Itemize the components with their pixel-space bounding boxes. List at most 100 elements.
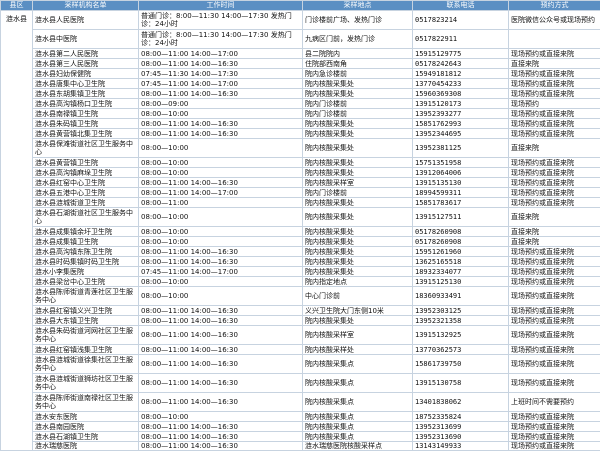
institution-name-cell: 涟水县成集镇卫生院 — [32, 236, 139, 247]
table-row: 涟水县大东镇卫生院 08:00—11:00 14:00—16:30 院内核酸采集处 1… — [1, 315, 600, 326]
table-row: 涟水县保滩街道社区卫生服务中心 08:00—10:00 院内核酸采集处 1395238… — [1, 138, 600, 158]
booking-method-cell: 现场预约或直接来院 — [508, 256, 600, 267]
sampling-location-cell: 院内核酸采集处 — [302, 236, 413, 247]
institution-name-cell: 涟水县涟城街道狮坊社区卫生服务中心 — [32, 373, 139, 393]
institution-name-cell: 涟水县红窑镇义兴卫生院 — [32, 305, 139, 316]
booking-method-cell: 现场预约或直接来院 — [508, 421, 600, 432]
sampling-location-cell: 院内核酸采集点 — [302, 431, 413, 442]
working-hours-cell: 08:00—10:00 — [138, 411, 303, 422]
working-hours-cell: 08:00—10:00 — [138, 236, 303, 247]
column-header-hours: 工作时间 — [138, 0, 303, 11]
table-row: 涟水县涟城街道狮坊社区卫生服务中心 08:00—11:00 14:00—16:30… — [1, 373, 600, 393]
table-row: 涟水县石湖街道社区卫生服务中心 08:00—10:00 院内核酸采集处 1391512… — [1, 207, 600, 227]
contact-phone-cell: 15851783617 — [412, 197, 509, 208]
working-hours-cell: 08:00—11:00 14:00—16:30 — [138, 256, 303, 267]
table-row: 涟水安东医院 08:00—10:00 院内核酸采集点 18752335824 现场预约或… — [1, 411, 600, 422]
table-body: 涟水县 涟水县人民医院 普通门诊：8:00—11:30 14:00—17:30 发热… — [0, 10, 600, 451]
contact-phone-cell: 15851762993 — [412, 118, 509, 129]
contact-phone-cell: 0517822911 — [412, 29, 509, 49]
table-row: 涟水县成集镇余圩卫生院 08:00—10:00 院内核酸采集处 05178260908… — [1, 226, 600, 237]
column-header-county: 县区 — [0, 0, 33, 11]
sampling-location-cell: 院内指定地点 — [302, 276, 413, 287]
booking-method-cell: 现场预约或直接来院 — [508, 344, 600, 355]
institution-name-cell: 涟水县唐集中心卫生院 — [32, 78, 139, 89]
working-hours-cell: 08:00—11:00 14:00—16:30 — [138, 305, 303, 316]
working-hours-cell: 08:00—11:00 14:00—16:30 — [138, 118, 303, 129]
institution-name-cell: 涟水县梁岔中心卫生院 — [32, 276, 139, 287]
booking-method-cell: 上班时间不需要预约 — [508, 392, 600, 412]
table-row: 涟水县妇幼保健院 07:45—11:30 14:00—17:30 院内急诊楼前 159… — [1, 68, 600, 79]
sampling-location-cell: 院内核酸采集点 — [302, 373, 413, 393]
table-row: 涟水县南禄镇卫生院 08:00—10:00 院内门诊楼前 13952393277 现场预… — [1, 108, 600, 119]
table-row: 涟水县高沟镇麻垛卫生院 08:00—10:00 院内核酸采集处 13912064006… — [1, 167, 600, 178]
working-hours-cell: 08:00—11:00 14:00—16:30 — [138, 373, 303, 393]
contact-phone-cell: 13952313690 — [412, 431, 509, 442]
booking-method-cell: 现场预约或直接来院 — [508, 266, 600, 277]
sampling-location-cell: 院内核酸采样室 — [302, 177, 413, 188]
sampling-location-cell: 院内核酸采集处 — [302, 88, 413, 99]
sampling-location-cell: 院内核酸采集点 — [302, 354, 413, 374]
institution-name-cell: 涟水县南禄镇卫生院 — [32, 108, 139, 119]
contact-phone-cell: 13952393277 — [412, 108, 509, 119]
contact-phone-cell: 13915132925 — [412, 325, 509, 345]
working-hours-cell: 08:00—11:00 14:00—17:00 — [138, 48, 303, 59]
working-hours-cell: 08:00—10:00 — [138, 226, 303, 237]
booking-method-cell: 现场预约或直接来院 — [508, 197, 600, 208]
contact-phone-cell: 13625165518 — [412, 256, 509, 267]
table-row: 涟水县高沟镇东陈卫生院 08:00—11:00 14:00—16:30 院内核酸采集… — [1, 246, 600, 257]
working-hours-cell: 07:45—11:30 14:00—17:30 — [138, 68, 303, 79]
sampling-location-cell: 院内核酸采集处 — [302, 226, 413, 237]
sampling-location-cell: 院内核酸采集处 — [302, 118, 413, 129]
working-hours-cell: 普通门诊：8:00—11:30 14:00—17:30 发热门诊：24小时 — [138, 29, 303, 49]
table-row: 涟水县红窑镇浅集卫生院 08:00—11:00 14:00—16:30 院内核酸采样… — [1, 344, 600, 355]
column-header-phone: 联系电话 — [412, 0, 509, 11]
sampling-location-cell: 院内核酸采集处 — [302, 138, 413, 158]
booking-method-cell: 现场预约或直接来院 — [508, 411, 600, 422]
sampling-location-cell: 中心门诊前 — [302, 286, 413, 306]
table-row: 涟水县南园医院 08:00—11:00 14:00—16:30 院内核酸采集点 139… — [1, 421, 600, 432]
table-row: 涟水县高沟镇杨口卫生院 08:00—09:00 院内门诊楼前 13915120173 现… — [1, 98, 600, 109]
sampling-location-cell: 院内核酸采集处 — [302, 256, 413, 267]
working-hours-cell: 08:00—10:00 — [138, 157, 303, 168]
working-hours-cell: 08:00—10:00 — [138, 167, 303, 178]
contact-phone-cell: 18994599311 — [412, 187, 509, 198]
institution-name-cell: 涟水县红窑镇浅集卫生院 — [32, 344, 139, 355]
contact-phone-cell: 18932334077 — [412, 266, 509, 277]
table-row: 涟水县黄营镇卫生院 08:00—10:00 院内核酸采集处 15751351958 现场… — [1, 157, 600, 168]
booking-method-cell: 现场预约或直接来院 — [508, 354, 600, 374]
contact-phone-cell: 13912064006 — [412, 167, 509, 178]
institution-name-cell: 涟水县成集镇余圩卫生院 — [32, 226, 139, 237]
institution-name-cell: 涟水县朱码街道河网社区卫生服务中心 — [32, 325, 139, 345]
booking-method-cell: 直接来院 — [508, 236, 600, 247]
working-hours-cell: 08:00—10:00 — [138, 108, 303, 119]
contact-phone-cell: 05178260908 — [412, 236, 509, 247]
contact-phone-cell: 18752335824 — [412, 411, 509, 422]
booking-method-cell: 现场预约或直接来院 — [508, 286, 600, 306]
contact-phone-cell: 15951261960 — [412, 246, 509, 257]
sampling-location-cell: 涟水瑞慈医院核酸采样点 — [302, 441, 413, 451]
table-row: 涟水县中医院 普通门诊：8:00—11:30 14:00—17:30 发热门诊：2… — [1, 29, 600, 49]
contact-phone-cell: 13915120173 — [412, 98, 509, 109]
booking-method-cell: 现场预约或直接来院 — [508, 441, 600, 451]
working-hours-cell: 08:00—11:00 14:00—16:30 — [138, 325, 303, 345]
table-row: 涟水县石湖镇卫生院 08:00—11:00 14:00—16:30 院内核酸采集点 1… — [1, 431, 600, 442]
table-row: 涟水县红窑镇义兴卫生院 08:00—11:00 14:00—16:30 义兴卫生院大… — [1, 305, 600, 316]
contact-phone-cell: 13915125130 — [412, 276, 509, 287]
booking-method-cell: 现场预约或直接来院 — [508, 118, 600, 129]
institution-name-cell: 涟水县涟城街道卫生院 — [32, 197, 139, 208]
institution-name-cell: 涟水县红窑中心卫生院 — [32, 177, 139, 188]
working-hours-cell: 08:00—11:00 14:00—16:30 — [138, 58, 303, 69]
table-row: 涟水县第二人民医院 08:00—11:00 14:00—17:00 县二院院内 159… — [1, 48, 600, 59]
booking-method-cell: 现场预约或直接来院 — [508, 68, 600, 79]
working-hours-cell: 08:00—11:00 14:00—16:30 — [138, 128, 303, 139]
booking-method-cell: 现场预约或直接来院 — [508, 373, 600, 393]
working-hours-cell: 08:00—11:00 14:00—16:30 — [138, 177, 303, 188]
working-hours-cell: 07:45—11:00 14:00—17:00 — [138, 266, 303, 277]
contact-phone-cell: 13770362573 — [412, 344, 509, 355]
contact-phone-cell: 13915130758 — [412, 373, 509, 393]
contact-phone-cell: 13952344695 — [412, 128, 509, 139]
booking-method-cell: 现场预约或直接来院 — [508, 88, 600, 99]
sampling-location-cell: 义兴卫生院大门东侧10米 — [302, 305, 413, 316]
institution-name-cell: 涟水县高沟镇杨口卫生院 — [32, 98, 139, 109]
institution-name-cell: 涟水县陈师街道青莲社区卫生服务中心 — [32, 286, 139, 306]
